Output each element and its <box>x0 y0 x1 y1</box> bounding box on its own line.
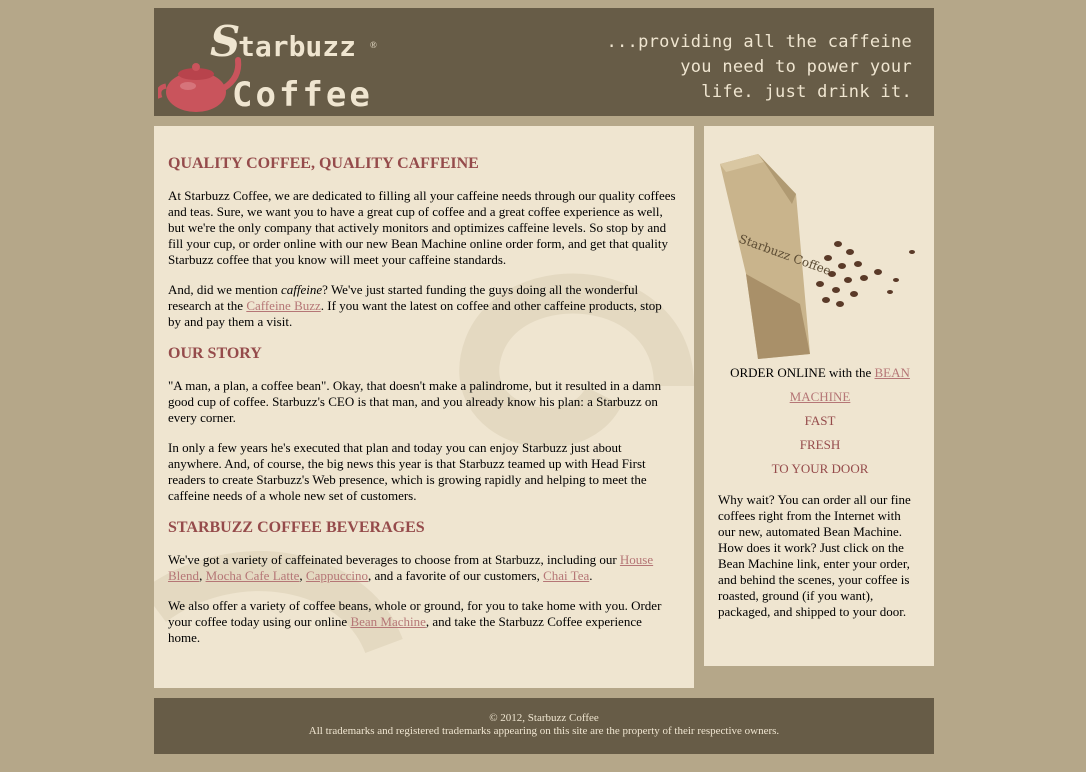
footer: © 2012, Starbuzz Coffee All trademarks a… <box>154 698 934 754</box>
caffeine-buzz-link[interactable]: Caffeine Buzz <box>246 298 320 313</box>
text-span: . <box>589 568 593 583</box>
beverages-paragraph-1: We've got a variety of caffeinated bever… <box>168 552 676 584</box>
svg-text:tarbuzz: tarbuzz <box>238 30 356 63</box>
slogan-line: ...providing all the caffeine <box>606 32 912 52</box>
svg-text:®: ® <box>370 40 377 50</box>
story-paragraph-1: "A man, a plan, a coffee bean". Okay, th… <box>168 378 662 425</box>
bean-machine-link[interactable]: Bean Machine <box>350 614 425 629</box>
quality-paragraph-2: And, did we mention caffeine? We've just… <box>168 282 676 330</box>
teapot-icon <box>158 57 242 112</box>
why-wait-paragraph: Why wait? You can order all our fine cof… <box>718 492 911 619</box>
trademark-notice: All trademarks and registered trademarks… <box>308 725 780 737</box>
mocha-cafe-latte-link[interactable]: Mocha Cafe Latte <box>206 568 300 583</box>
tagline-fast: FAST <box>804 413 836 428</box>
tagline-to-your-door: TO YOUR DOOR <box>771 461 869 476</box>
main-content: QUALITY COFFEE, QUALITY CAFFEINE At Star… <box>154 126 694 688</box>
quality-paragraph-1: At Starbuzz Coffee, we are dedicated to … <box>168 188 676 267</box>
coffee-bag-image: Starbuzz Coffee <box>720 154 915 359</box>
copyright: © 2012, Starbuzz Coffee <box>489 712 599 724</box>
tagline-fresh: FRESH <box>799 437 841 452</box>
header: S tarbuzz Coffee ® ...providing all the … <box>154 8 934 116</box>
svg-text:Coffee: Coffee <box>232 75 373 114</box>
story-paragraph-2: In only a few years he's executed that p… <box>168 440 647 503</box>
slogan-line: life. just drink it. <box>701 82 912 102</box>
order-prefix: ORDER ONLINE with the <box>730 365 875 380</box>
section-heading-quality: QUALITY COFFEE, QUALITY CAFFEINE <box>168 155 479 172</box>
section-heading-beverages: STARBUZZ COFFEE BEVERAGES <box>168 519 425 536</box>
order-line: ORDER ONLINE with the BEAN MACHINE <box>716 361 924 409</box>
text-span: We've got a variety of caffeinated bever… <box>168 552 620 567</box>
coffee-beans-icon <box>816 241 915 307</box>
chai-tea-link[interactable]: Chai Tea <box>543 568 589 583</box>
slogan-line: you need to power your <box>680 57 912 77</box>
sidebar: Starbuzz Coffee ORDER ONLINE with the BE… <box>704 126 934 666</box>
svg-text:S: S <box>210 17 240 66</box>
text-span: And, did we mention <box>168 282 282 297</box>
section-heading-story: OUR STORY <box>168 345 262 362</box>
caffeine-emphasis: caffeine <box>281 282 323 297</box>
cappuccino-link[interactable]: Cappuccino <box>306 568 368 583</box>
order-online: ORDER ONLINE with the BEAN MACHINE FAST … <box>716 361 924 481</box>
text-span: , and a favorite of our customers, <box>368 568 544 583</box>
slogan: ...providing all the caffeine you need t… <box>606 30 912 105</box>
starbuzz-logo[interactable]: S tarbuzz Coffee ® <box>158 10 388 114</box>
beverages-paragraph-2: We also offer a variety of coffee beans,… <box>168 598 676 646</box>
